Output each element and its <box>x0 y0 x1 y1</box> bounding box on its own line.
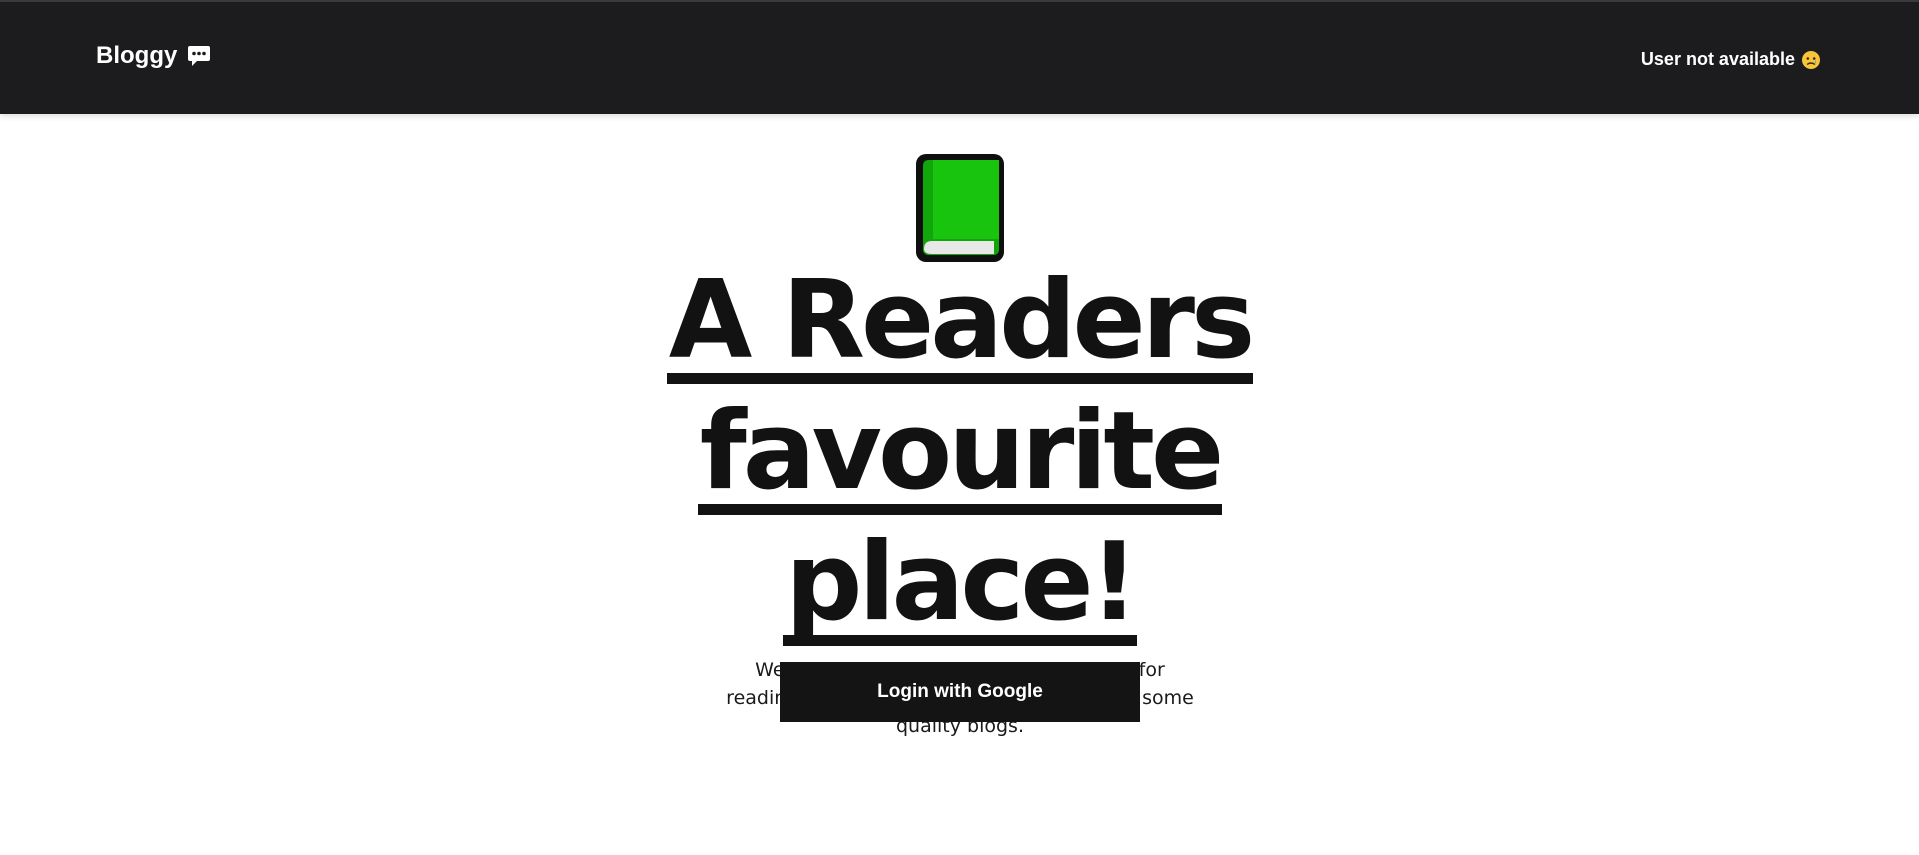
brand-link[interactable]: Bloggy <box>96 42 211 70</box>
user-status: User not available <box>1641 49 1821 70</box>
top-navbar: Bloggy User not available <box>0 0 1919 114</box>
headline-line-1: A Readers <box>666 258 1255 384</box>
hero-headline: A Readers favourite place! <box>660 260 1260 653</box>
user-status-text: User not available <box>1640 49 1795 69</box>
headline-line-3: place! <box>783 520 1139 646</box>
brand-name: Bloggy <box>96 42 178 69</box>
headline-line-2: favourite <box>697 389 1224 515</box>
speech-bubble-icon <box>187 45 211 67</box>
login-with-google-button[interactable]: Login with Google <box>780 662 1140 722</box>
green-book-icon <box>914 152 1006 264</box>
sad-face-icon <box>1801 50 1821 70</box>
